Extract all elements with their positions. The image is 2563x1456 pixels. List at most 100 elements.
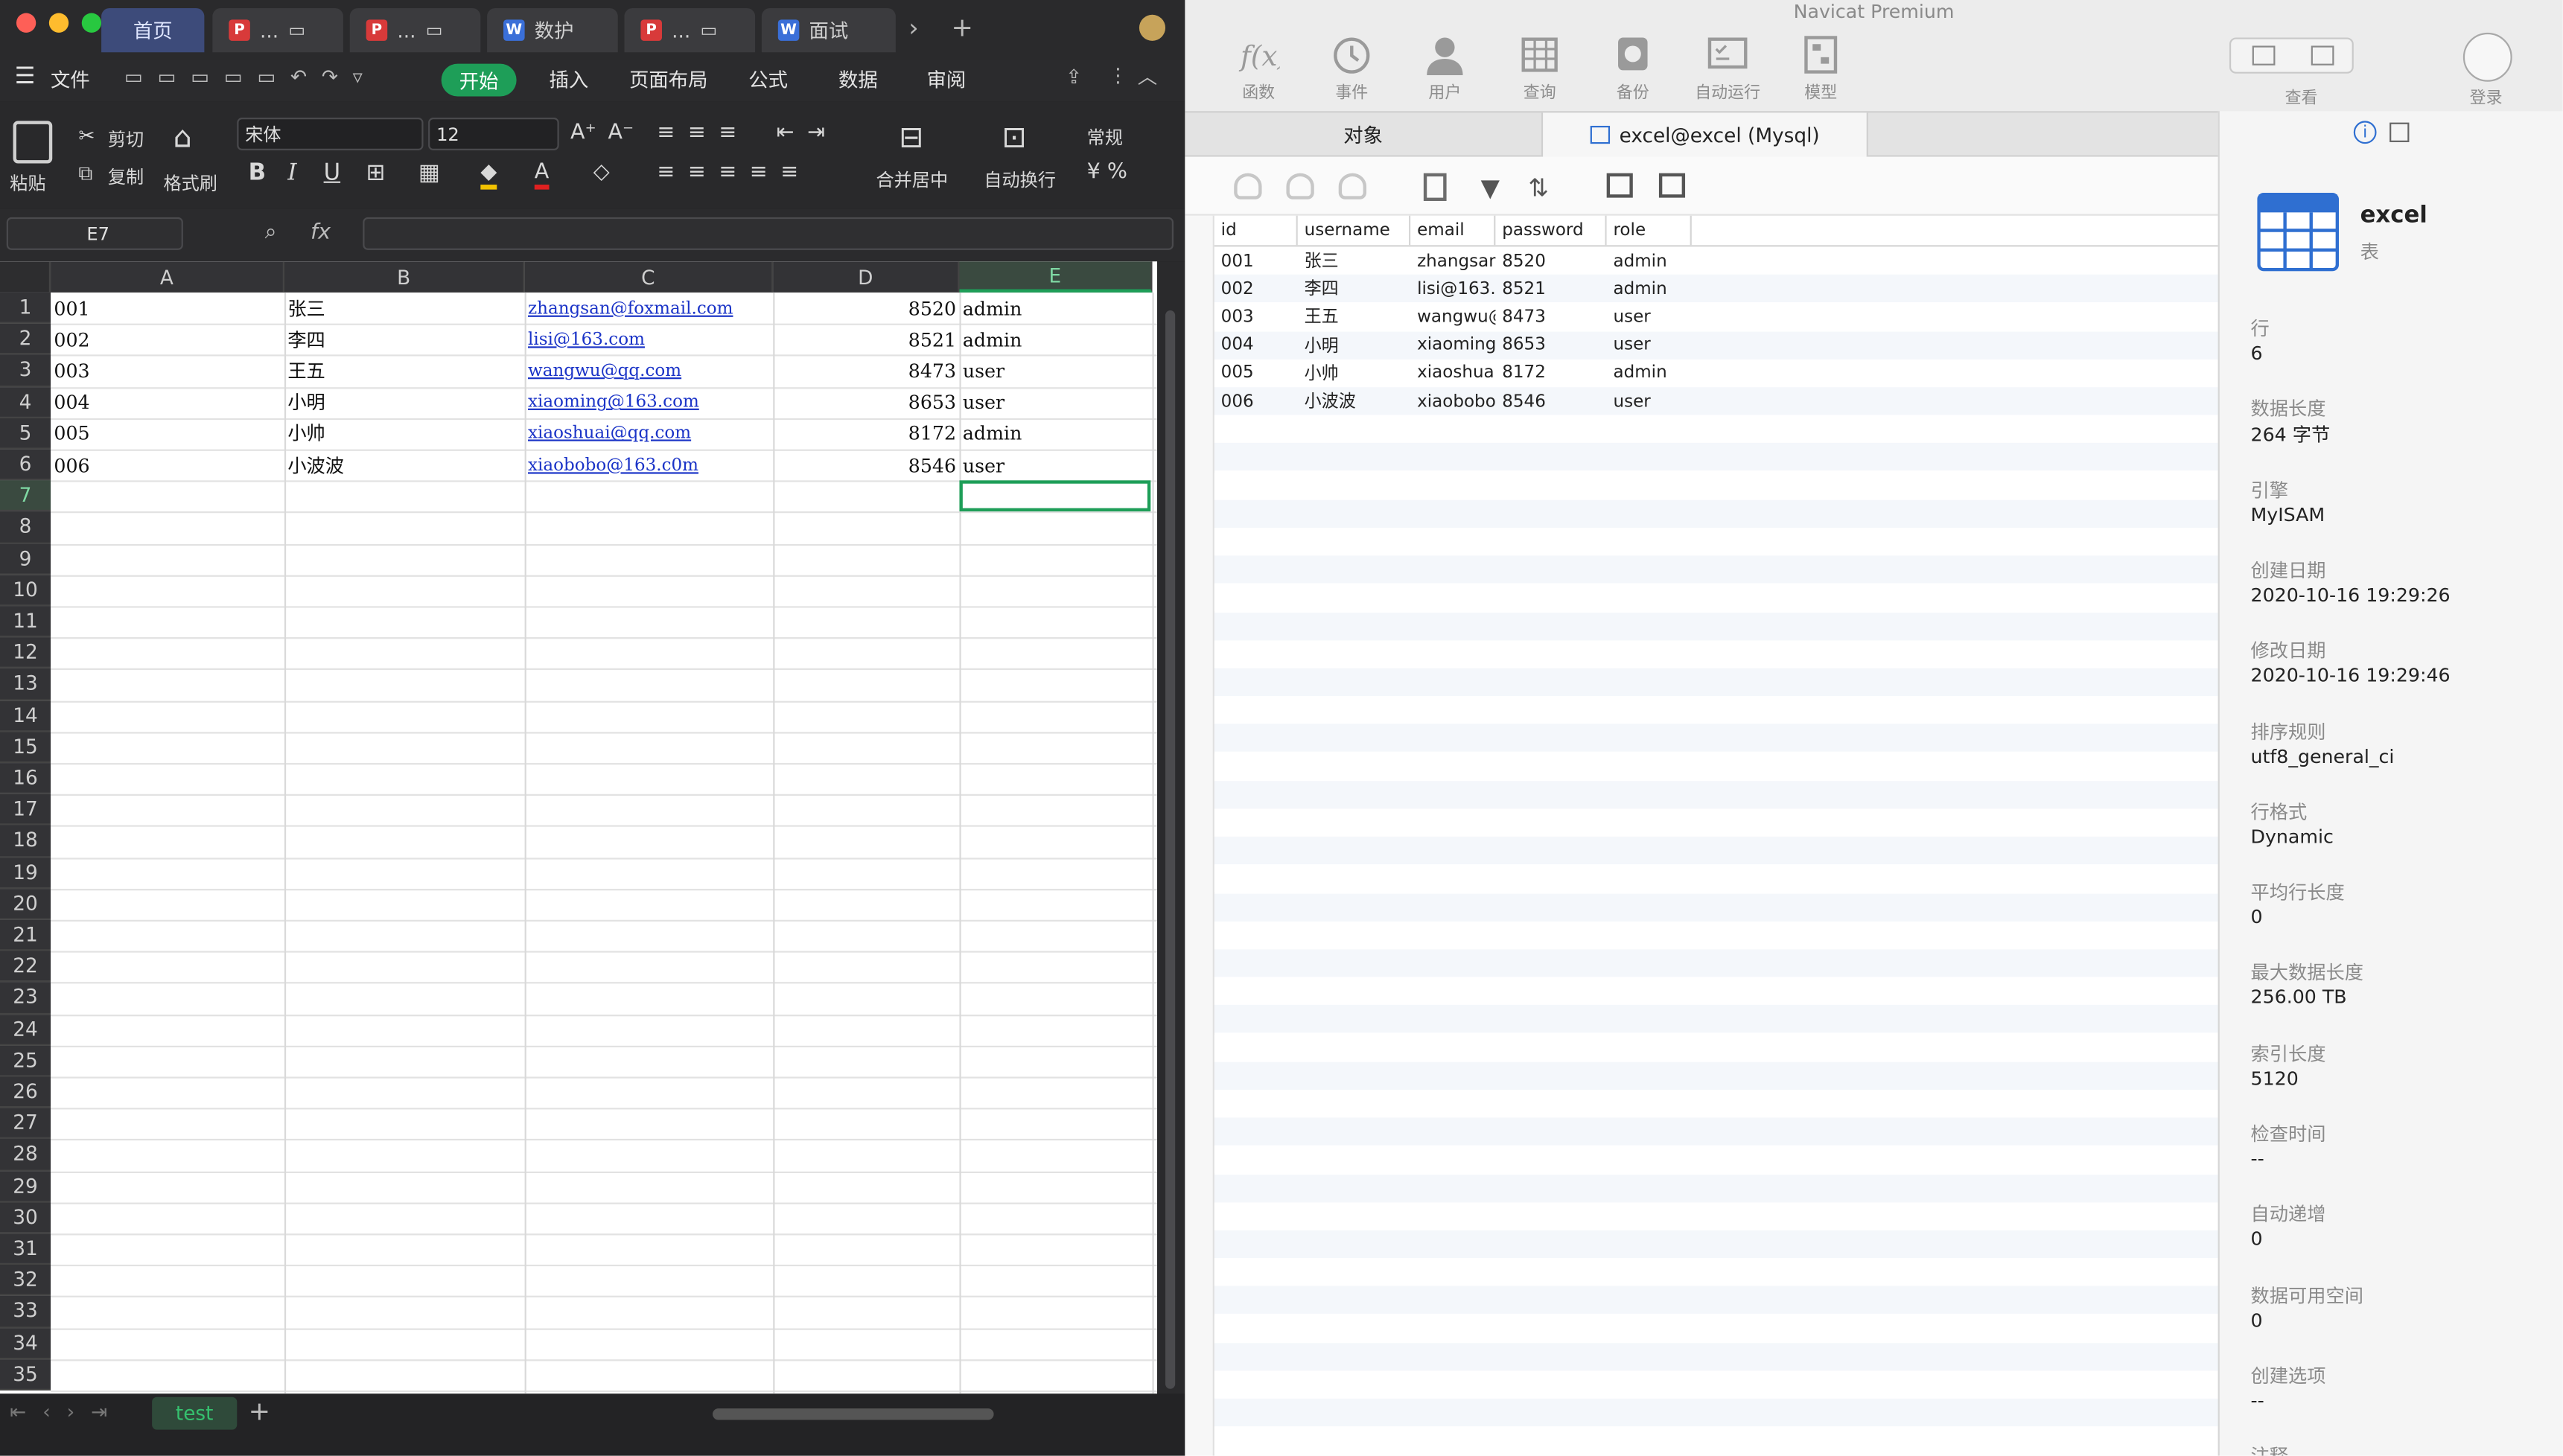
menu-review[interactable]: 审阅 bbox=[927, 66, 967, 93]
toolbar-model[interactable]: 模型 bbox=[1782, 33, 1860, 103]
refresh-record-icon[interactable] bbox=[1338, 173, 1367, 199]
grid-cell-email[interactable]: lisi@163.c bbox=[1410, 275, 1495, 302]
row-header[interactable]: 31 bbox=[0, 1233, 51, 1265]
cell-id[interactable]: 002 bbox=[51, 324, 284, 355]
toolbar-functions[interactable]: f(x) 函数 bbox=[1219, 33, 1297, 103]
grid-cell-email[interactable]: xiaoshuai bbox=[1410, 359, 1495, 386]
row-header[interactable]: 14 bbox=[0, 700, 51, 732]
row-header[interactable]: 1 bbox=[0, 292, 51, 325]
table-row[interactable]: 006 小波波 xiaobobo(8546 user bbox=[1214, 387, 2218, 415]
grid-cell-password[interactable]: 8172 bbox=[1495, 359, 1606, 386]
border-icon[interactable]: ⊞ bbox=[366, 160, 386, 186]
underline-icon[interactable]: U bbox=[324, 160, 340, 186]
sidebar-right-icon[interactable] bbox=[2311, 45, 2334, 66]
zoom-search-icon[interactable]: ⌕ bbox=[265, 220, 277, 245]
row-header[interactable]: 17 bbox=[0, 794, 51, 826]
row-header[interactable]: 15 bbox=[0, 731, 51, 764]
cell-name[interactable]: 李四 bbox=[284, 324, 525, 355]
vertical-scrollbar[interactable] bbox=[1157, 261, 1185, 1394]
table-row[interactable]: 003王五wangwu@8473user bbox=[1214, 302, 2218, 331]
row-header[interactable]: 13 bbox=[0, 668, 51, 700]
cell-pwd[interactable]: 8172 bbox=[773, 418, 959, 449]
row-header[interactable]: 29 bbox=[0, 1170, 51, 1203]
zoom-window-icon[interactable] bbox=[81, 13, 102, 33]
cell-role[interactable]: admin bbox=[959, 293, 1152, 324]
login-avatar-icon[interactable] bbox=[2462, 32, 2512, 82]
row-header[interactable]: 6 bbox=[0, 449, 51, 481]
grid-header-role[interactable]: role bbox=[1606, 215, 1692, 246]
row-header[interactable]: 7 bbox=[0, 480, 51, 512]
cell-pwd[interactable]: 8546 bbox=[773, 450, 959, 481]
grid-cell-username[interactable]: 李四 bbox=[1298, 275, 1410, 302]
menu-page-layout[interactable]: 页面布局 bbox=[629, 66, 707, 93]
table-row[interactable]: 002李四lisi@163.c8521admin bbox=[1214, 275, 2218, 303]
column-header[interactable]: A bbox=[51, 261, 284, 293]
row-header[interactable]: 30 bbox=[0, 1202, 51, 1234]
formula-input[interactable] bbox=[363, 217, 1174, 250]
fill-pattern-icon[interactable]: ▦ bbox=[418, 160, 440, 186]
minimize-window-icon[interactable] bbox=[48, 13, 69, 33]
avatar[interactable] bbox=[1139, 14, 1166, 41]
grid-cell-email[interactable]: wangwu@ bbox=[1410, 303, 1495, 331]
menu-data[interactable]: 数据 bbox=[838, 66, 878, 93]
row-header[interactable]: 3 bbox=[0, 355, 51, 387]
add-sheet-icon[interactable]: + bbox=[249, 1396, 270, 1427]
indent-icons[interactable]: ⇤⇥ bbox=[777, 121, 838, 145]
row-header[interactable]: 23 bbox=[0, 983, 51, 1015]
cell-role[interactable]: admin bbox=[959, 324, 1152, 355]
row-header[interactable]: 28 bbox=[0, 1139, 51, 1171]
grid-cell-role[interactable]: user bbox=[1607, 331, 1692, 359]
row-header[interactable]: 9 bbox=[0, 543, 51, 575]
grid-cell-id[interactable]: 005 bbox=[1214, 359, 1298, 386]
row-header[interactable]: 35 bbox=[0, 1358, 51, 1390]
tab-scroll-right-icon[interactable]: › bbox=[908, 13, 918, 43]
row-header[interactable]: 21 bbox=[0, 919, 51, 951]
select-all-corner[interactable] bbox=[0, 261, 51, 293]
column-header[interactable]: B bbox=[284, 261, 525, 293]
cell-id[interactable]: 004 bbox=[51, 386, 284, 418]
row-header[interactable]: 25 bbox=[0, 1045, 51, 1077]
row-header[interactable]: 11 bbox=[0, 606, 51, 638]
sort-icon[interactable]: ⇅ bbox=[1528, 173, 1549, 203]
table-row[interactable]: 001 张三 zhangsan 8520 admin bbox=[1214, 246, 2218, 275]
grid-cell-role[interactable]: admin bbox=[1607, 275, 1692, 302]
cell-pwd[interactable]: 8473 bbox=[773, 355, 959, 386]
cell-role[interactable]: admin bbox=[959, 418, 1152, 449]
vertical-align-icons[interactable]: ≡≡≡ bbox=[657, 121, 749, 145]
selected-cell-e7[interactable] bbox=[959, 480, 1151, 512]
grid-cell-role[interactable]: user bbox=[1607, 387, 1692, 415]
cell-id[interactable]: 003 bbox=[51, 355, 284, 386]
row-header[interactable]: 20 bbox=[0, 888, 51, 920]
cell-name[interactable]: 小帅 bbox=[284, 418, 525, 449]
cell-email[interactable]: xiaoming@163.com bbox=[525, 386, 774, 418]
delete-record-icon[interactable] bbox=[1286, 173, 1314, 199]
cell-pwd[interactable]: 8521 bbox=[773, 324, 959, 355]
menu-file[interactable]: 文件 bbox=[51, 66, 90, 93]
new-tab-icon[interactable]: + bbox=[951, 11, 972, 42]
merge-center-button[interactable]: 合并居中 bbox=[876, 167, 949, 193]
grid-header-password[interactable]: password bbox=[1495, 215, 1607, 246]
font-name-select[interactable]: 宋体 bbox=[237, 118, 424, 150]
tab-pdf-1[interactable]: P... ▭ bbox=[212, 7, 343, 53]
grid-cell-id[interactable]: 004 bbox=[1214, 331, 1298, 359]
row-header[interactable]: 18 bbox=[0, 826, 51, 858]
cell-name-box[interactable]: E7 bbox=[6, 217, 183, 250]
grid-cell-password[interactable]: 8521 bbox=[1495, 275, 1606, 302]
export-icon[interactable] bbox=[1658, 173, 1686, 198]
quick-access-icons[interactable]: ▭▭▭▭▭↶↷▿ bbox=[124, 66, 378, 89]
row-header[interactable]: 32 bbox=[0, 1265, 51, 1297]
toolbar-events[interactable]: 事件 bbox=[1313, 33, 1391, 103]
cell-role[interactable]: user bbox=[959, 386, 1152, 418]
copy-button[interactable]: 复制 bbox=[108, 164, 144, 190]
tab-objects[interactable]: 对象 bbox=[1185, 112, 1541, 156]
toolbar-users[interactable]: 用户 bbox=[1406, 33, 1484, 103]
tab-word-2[interactable]: W 面试 bbox=[761, 7, 896, 53]
font-size-select[interactable]: 12 bbox=[428, 118, 559, 150]
cut-button[interactable]: 剪切 bbox=[108, 126, 144, 152]
grid-header-email[interactable]: email bbox=[1410, 215, 1496, 246]
column-header[interactable]: E bbox=[959, 261, 1153, 293]
cell-name[interactable]: 小波波 bbox=[284, 450, 525, 481]
cell-id[interactable]: 006 bbox=[51, 450, 284, 481]
close-window-icon[interactable] bbox=[16, 13, 36, 33]
grid-cell-email[interactable]: zhangsan bbox=[1410, 246, 1495, 274]
